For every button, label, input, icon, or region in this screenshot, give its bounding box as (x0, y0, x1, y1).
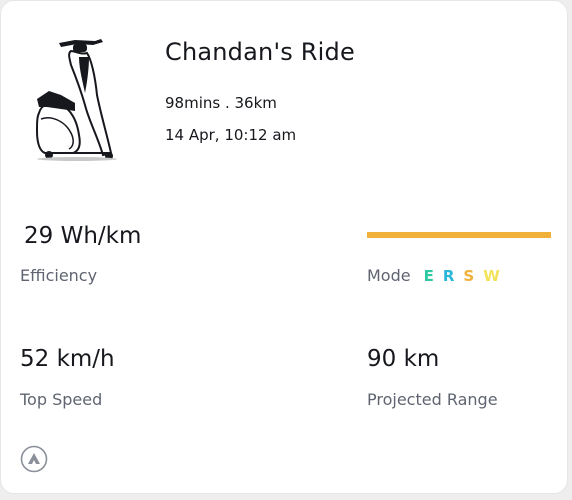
efficiency-value: 29 Wh/km (24, 223, 142, 249)
ride-card[interactable]: Chandan's Ride 98mins . 36km 14 Apr, 10:… (0, 0, 568, 494)
ride-datetime: 14 Apr, 10:12 am (165, 126, 297, 144)
ride-title: Chandan's Ride (165, 38, 355, 66)
mode-letter-e: E (423, 267, 434, 285)
top-speed-value: 52 km/h (20, 346, 115, 372)
mode-letter-s: S (463, 267, 475, 285)
scooter-icon (35, 39, 117, 161)
mode-letter-w: W (483, 267, 500, 285)
efficiency-label: Efficiency (20, 266, 98, 285)
mode-bar (367, 232, 551, 238)
projected-range-value: 90 km (367, 346, 440, 372)
ride-summary: 98mins . 36km (165, 94, 277, 112)
top-speed-label: Top Speed (20, 390, 103, 409)
projected-range-label: Projected Range (367, 390, 498, 409)
mode-indicator: Mode E R S W (367, 266, 500, 285)
brand-logo-icon[interactable] (20, 445, 48, 473)
mode-label: Mode (367, 266, 411, 285)
mode-letter-r: R (442, 267, 455, 285)
